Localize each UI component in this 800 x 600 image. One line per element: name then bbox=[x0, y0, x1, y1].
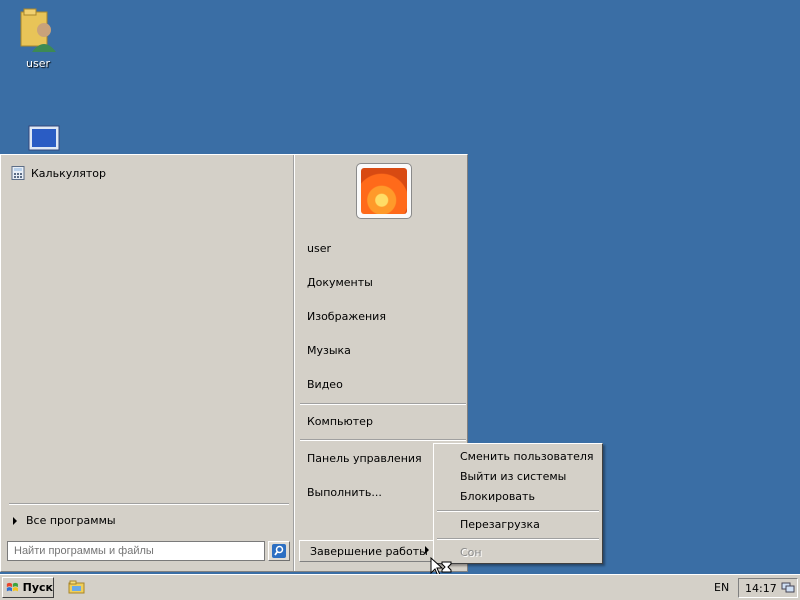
all-programs-button[interactable]: Все программы bbox=[13, 514, 116, 527]
menu-item-switch-user[interactable]: Сменить пользователя bbox=[460, 450, 594, 463]
arrow-right-icon[interactable] bbox=[425, 546, 429, 554]
network-icon[interactable] bbox=[781, 582, 795, 594]
user-avatar[interactable] bbox=[356, 163, 412, 219]
desktop-icon-user[interactable]: user bbox=[3, 6, 73, 70]
menu-item-documents[interactable]: Документы bbox=[307, 276, 373, 289]
all-programs-label: Все программы bbox=[26, 514, 116, 527]
divider bbox=[300, 439, 466, 441]
search-icon bbox=[272, 544, 286, 558]
menu-item-music[interactable]: Музыка bbox=[307, 344, 351, 357]
system-tray: 14:17 bbox=[738, 578, 798, 598]
divider bbox=[437, 510, 599, 512]
shutdown-submenu: Сменить пользователя Выйти из системы Бл… bbox=[433, 443, 603, 564]
language-indicator[interactable]: EN bbox=[714, 581, 729, 594]
start-button[interactable]: Пуск bbox=[2, 577, 54, 598]
menu-item-restart[interactable]: Перезагрузка bbox=[460, 518, 540, 531]
divider bbox=[437, 538, 599, 540]
shutdown-button[interactable]: Завершение работы bbox=[299, 540, 435, 562]
divider bbox=[300, 403, 466, 405]
program-label: Калькулятор bbox=[31, 166, 106, 180]
divider bbox=[9, 503, 289, 505]
user-folder-icon bbox=[20, 8, 56, 52]
menu-item-sleep: Сон bbox=[460, 546, 482, 559]
menu-item-lock[interactable]: Блокировать bbox=[460, 490, 535, 503]
menu-item-logoff[interactable]: Выйти из системы bbox=[460, 470, 566, 483]
search-input[interactable] bbox=[7, 541, 265, 561]
menu-item-pictures[interactable]: Изображения bbox=[307, 310, 386, 323]
start-menu: Калькулятор Все программы user Документы… bbox=[0, 154, 468, 572]
desktop-icon-label: user bbox=[26, 57, 50, 70]
program-item-calculator[interactable]: Калькулятор bbox=[11, 164, 106, 182]
search-button[interactable] bbox=[268, 541, 290, 561]
shutdown-label: Завершение работы bbox=[310, 544, 428, 558]
menu-item-computer[interactable]: Компьютер bbox=[307, 415, 373, 428]
avatar-picture bbox=[361, 168, 407, 214]
windows-logo-icon bbox=[6, 582, 18, 591]
menu-item-control-panel[interactable]: Панель управления bbox=[307, 452, 422, 465]
clock[interactable]: 14:17 bbox=[745, 582, 777, 595]
arrow-right-icon bbox=[13, 516, 17, 525]
quicklaunch-explorer[interactable] bbox=[68, 579, 86, 598]
taskbar: Пуск EN 14:17 bbox=[0, 574, 800, 600]
menu-item-video[interactable]: Видео bbox=[307, 378, 343, 391]
folder-icon bbox=[68, 580, 85, 594]
computer-icon bbox=[28, 125, 60, 151]
menu-item-user[interactable]: user bbox=[307, 242, 331, 255]
start-label: Пуск bbox=[22, 581, 53, 594]
calculator-icon bbox=[11, 166, 25, 180]
programs-pane: Калькулятор Все программы bbox=[1, 155, 294, 571]
menu-item-run[interactable]: Выполнить... bbox=[307, 486, 382, 499]
